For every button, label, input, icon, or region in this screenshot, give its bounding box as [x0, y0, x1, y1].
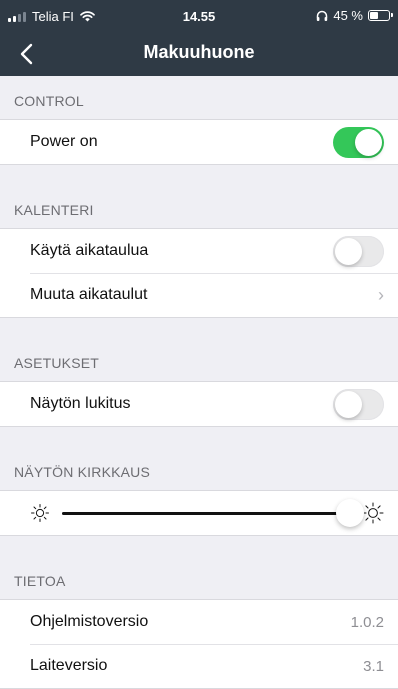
brightness-row: [0, 491, 398, 535]
section-header-control: CONTROL: [14, 93, 84, 109]
info-label: Ohjelmistoversio: [30, 613, 149, 630]
use-schedule-label: Käytä aikataulua: [30, 242, 149, 259]
status-right: 45 %: [316, 8, 393, 23]
header: Telia FI 14.55 45 % Makuuhuone: [0, 0, 398, 76]
screen-lock-label: Näytön lukitus: [30, 395, 131, 412]
chevron-right-icon: ›: [378, 284, 384, 305]
info-value: 3.1: [363, 657, 384, 675]
asetukset-group: Näytön lukitus: [0, 381, 398, 427]
battery-percent: 45 %: [333, 8, 363, 23]
power-row: Power on: [0, 120, 398, 164]
brightness-group: [0, 490, 398, 536]
status-bar: Telia FI 14.55 45 %: [0, 0, 398, 32]
use-schedule-toggle[interactable]: [333, 235, 384, 267]
control-group: Power on: [0, 119, 398, 165]
section-header-kalenteri: KALENTERI: [14, 202, 94, 218]
brightness-slider[interactable]: [62, 498, 364, 527]
section-header-brightness: NÄYTÖN KIRKKAUS: [14, 464, 151, 480]
kalenteri-group: Käytä aikataulua Muuta aikataulut ›: [0, 228, 398, 318]
info-row: Ohjelmistoversio 1.0.2: [0, 600, 398, 644]
info-value: 1.0.2: [350, 613, 384, 631]
nav-bar: Makuuhuone: [0, 32, 398, 76]
sun-small-icon: [31, 504, 49, 522]
headphones-icon: [317, 10, 328, 21]
screen-lock-toggle[interactable]: [333, 388, 384, 420]
power-label: Power on: [30, 133, 98, 150]
page-title: Makuuhuone: [143, 42, 255, 62]
sun-large-icon: [362, 502, 384, 524]
use-schedule-row: Käytä aikataulua: [0, 229, 398, 273]
tietoa-group: Ohjelmistoversio 1.0.2 Laiteversio 3.1: [0, 599, 398, 689]
edit-schedules-label: Muuta aikataulut: [30, 286, 148, 303]
power-toggle[interactable]: [333, 126, 384, 158]
info-row: Laiteversio 3.1: [0, 644, 398, 688]
brightness-slider-thumb[interactable]: [336, 498, 364, 527]
battery-icon: [368, 10, 393, 21]
section-header-asetukset: ASETUKSET: [14, 355, 100, 371]
edit-schedules-row[interactable]: Muuta aikataulut ›: [0, 273, 398, 317]
screen-lock-row: Näytön lukitus: [0, 382, 398, 426]
section-header-tietoa: TIETOA: [14, 573, 66, 589]
info-label: Laiteversio: [30, 657, 108, 674]
